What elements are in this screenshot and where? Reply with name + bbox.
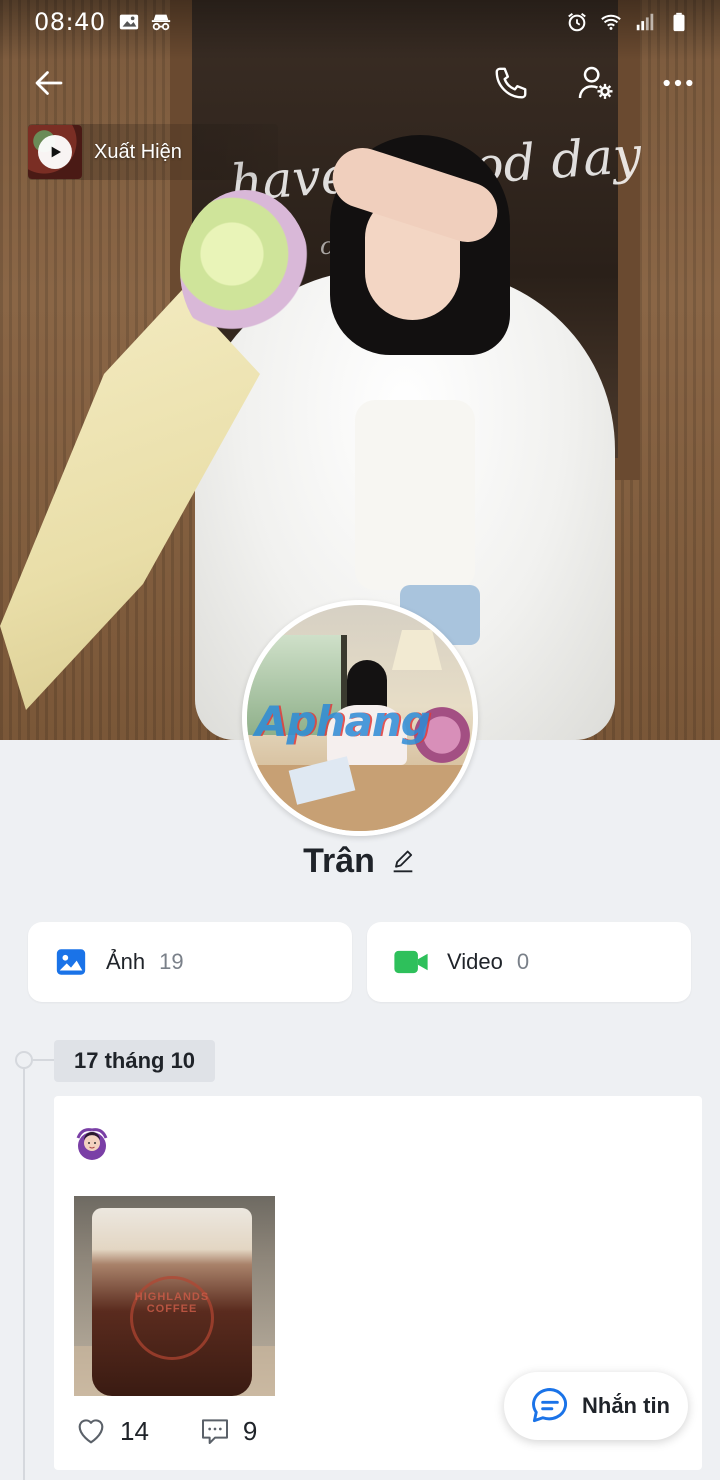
phone-call-icon <box>495 67 527 99</box>
timeline-dot <box>15 1051 33 1069</box>
profile-name: Trân <box>303 842 375 880</box>
alarm-icon <box>568 12 586 32</box>
post-actions: 14 9 <box>74 1414 257 1448</box>
top-action-bar <box>0 58 720 114</box>
more-options-icon <box>663 79 693 87</box>
profile-name-row: Trân <box>0 842 720 881</box>
status-time: 08:40 <box>34 8 106 36</box>
avatar[interactable]: Aphang <box>242 600 478 836</box>
more-options-button[interactable] <box>653 58 703 108</box>
music-play-button[interactable] <box>38 135 72 169</box>
like-count: 14 <box>120 1415 149 1446</box>
bouquet-wrap <box>0 290 260 710</box>
back-button[interactable] <box>24 58 74 108</box>
videos-label: Video <box>447 949 503 974</box>
incognito-icon <box>151 14 170 31</box>
video-camera-icon <box>394 950 428 974</box>
comment-icon <box>201 1419 228 1444</box>
timeline-date: 17 tháng 10 <box>54 1040 216 1082</box>
call-button[interactable] <box>486 58 536 108</box>
image-icon <box>119 14 138 30</box>
profile-settings-button[interactable] <box>570 58 620 108</box>
avatar-lamp <box>392 630 442 670</box>
timeline-connector <box>33 1059 55 1061</box>
music-title: Xuất Hiện <box>94 140 182 163</box>
photos-count: 19 <box>159 949 184 974</box>
cover-bouquet <box>0 180 310 710</box>
signal-icon <box>636 13 654 31</box>
photo-gallery-icon <box>56 949 86 975</box>
avatar-table <box>247 765 473 831</box>
send-message-button[interactable]: Nhắn tin <box>504 1372 688 1440</box>
battery-icon <box>673 12 685 32</box>
heart-icon <box>78 1419 104 1444</box>
like-button[interactable]: 14 <box>74 1414 149 1448</box>
timeline-line <box>23 1060 25 1480</box>
bouquet-flowers <box>180 190 310 350</box>
profile-music[interactable]: Xuất Hiện <box>28 124 278 180</box>
comment-count: 9 <box>242 1415 258 1446</box>
send-message-label: Nhắn tin <box>582 1393 670 1418</box>
avatar-watermark: Aphang <box>255 697 431 746</box>
cover-person-top <box>355 400 475 590</box>
videos-count: 0 <box>516 949 530 974</box>
photos-label: Ảnh <box>106 949 146 974</box>
photos-card[interactable]: Ảnh 19 <box>28 922 352 1002</box>
back-arrow-icon <box>35 71 63 95</box>
videos-card[interactable]: Video 0 <box>367 922 691 1002</box>
wifi-icon <box>601 14 621 30</box>
chat-bubble-icon <box>532 1388 567 1423</box>
woman-gesturing-ok-emoji-icon <box>76 1128 108 1160</box>
music-cover-art <box>28 125 82 179</box>
status-bar: 08:40 <box>0 0 720 44</box>
post-photo[interactable]: HIGHLANDS COFFEE <box>74 1196 275 1396</box>
cup-logo-text: HIGHLANDS COFFEE <box>134 1291 210 1315</box>
edit-name-icon[interactable] <box>389 848 417 876</box>
comment-button[interactable]: 9 <box>199 1415 257 1447</box>
profile-settings-icon <box>578 66 613 99</box>
cup-logo <box>130 1276 214 1360</box>
play-icon <box>51 146 61 158</box>
